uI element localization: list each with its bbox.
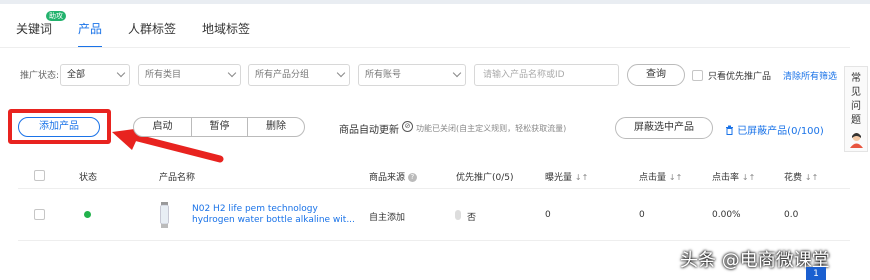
product-name-link[interactable]: N02 H2 life pem technology hydrogen wate…	[192, 204, 362, 226]
col-clicks-label: 点击量	[639, 173, 667, 183]
sort-icon[interactable]: ↓↑	[805, 173, 818, 182]
category-select[interactable]: 所有类目	[138, 64, 241, 86]
cell-clicks: 0	[639, 210, 645, 220]
only-preferred-toggle[interactable]: 只看优先推广品	[692, 69, 771, 82]
cell-spend: 0.0	[784, 210, 799, 220]
product-thumbnail	[160, 202, 169, 228]
sort-icon[interactable]: ↓↑	[575, 173, 588, 182]
pause-button[interactable]: 暂停	[191, 118, 247, 136]
only-preferred-checkbox[interactable]	[692, 70, 703, 81]
page-number[interactable]: 1	[806, 267, 826, 280]
priority-toggle[interactable]	[455, 210, 461, 220]
highlight-box	[8, 109, 111, 144]
tab-region-tags[interactable]: 地域标签	[202, 14, 250, 48]
cell-priority: 否	[467, 213, 477, 223]
faq-side-button[interactable]: 常 见 问 题	[844, 66, 868, 152]
col-status: 状态	[79, 173, 98, 183]
chevron-down-icon	[227, 68, 237, 78]
row-checkbox[interactable]	[34, 209, 45, 220]
tab-label: 关键词	[16, 22, 53, 36]
sort-icon[interactable]: ↓↑	[669, 173, 682, 182]
status-active-dot	[84, 211, 91, 218]
chevron-down-icon	[452, 68, 462, 78]
top-border	[0, 0, 870, 4]
tab-divider	[0, 47, 850, 48]
account-select[interactable]: 所有账号	[358, 64, 466, 86]
account-select-value: 所有账号	[365, 70, 402, 80]
col-source-label: 商品来源	[369, 173, 406, 183]
status-select-value: 全部	[67, 70, 86, 80]
faq-char: 题	[851, 115, 861, 126]
help-icon[interactable]: ?	[407, 173, 417, 182]
faq-char: 常	[851, 73, 861, 84]
category-select-value: 所有类目	[145, 70, 182, 80]
group-select-value: 所有产品分组	[255, 70, 310, 80]
tab-label: 地域标签	[202, 22, 251, 36]
status-filter-label: 推广状态:	[20, 71, 60, 81]
block-selected-button[interactable]: 屏蔽选中产品	[615, 117, 713, 139]
tab-label: 产品	[78, 22, 103, 36]
col-ctr-label: 点击率	[712, 173, 740, 183]
table-header: 状态 产品名称 商品来源 ? 优先推广(0/5) 曝光量 ↓↑ 点击量 ↓↑ 点…	[18, 163, 850, 189]
trash-icon	[726, 125, 733, 135]
status-select[interactable]: 全部	[60, 64, 130, 86]
blocked-products-label: 已屏蔽产品(0/100)	[737, 126, 824, 137]
table-row: N02 H2 life pem technology hydrogen wate…	[18, 189, 850, 241]
cell-source: 自主添加	[369, 213, 406, 223]
filter-bar: 推广状态: 全部 所有类目 所有产品分组 所有账号 请输入产品名称或ID 查询 …	[0, 64, 850, 86]
tab-bar: 关键词 助攻 产品 人群标签 地域标签	[16, 11, 276, 48]
only-preferred-label: 只看优先推广品	[708, 72, 772, 82]
col-source: 商品来源 ?	[369, 170, 417, 183]
query-button[interactable]: 查询	[627, 64, 685, 86]
col-ctr[interactable]: 点击率 ↓↑	[712, 170, 755, 183]
select-all-checkbox[interactable]	[34, 170, 45, 181]
product-name-line: hydrogen water bottle alkaline wit...	[192, 215, 355, 225]
cell-impressions: 0	[545, 210, 551, 220]
tab-products[interactable]: 产品	[78, 14, 103, 48]
col-product-name: 产品名称	[159, 173, 196, 183]
col-clicks[interactable]: 点击量 ↓↑	[639, 170, 682, 183]
col-impressions[interactable]: 曝光量 ↓↑	[545, 170, 588, 183]
col-impressions-label: 曝光量	[545, 173, 573, 183]
support-avatar-icon	[850, 133, 863, 148]
faq-char: 问	[851, 101, 861, 112]
bulk-action-group: 启动 暂停 删除	[133, 117, 305, 137]
auto-update-label: 商品自动更新	[339, 125, 399, 136]
chevron-down-icon	[336, 68, 346, 78]
chevron-down-icon	[116, 68, 126, 78]
col-spend[interactable]: 花费 ↓↑	[784, 170, 818, 183]
col-priority: 优先推广(0/5)	[456, 173, 514, 183]
tab-keywords[interactable]: 关键词 助攻	[16, 11, 66, 48]
tab-audience-tags[interactable]: 人群标签	[128, 14, 176, 48]
start-button[interactable]: 启动	[134, 118, 191, 136]
delete-button[interactable]: 删除	[247, 118, 304, 136]
tab-label: 人群标签	[128, 22, 177, 36]
product-name-line: N02 H2 life pem technology	[192, 204, 318, 214]
faq-char: 见	[851, 87, 861, 98]
col-spend-label: 花费	[784, 173, 803, 183]
cell-ctr: 0.00%	[712, 210, 741, 220]
auto-update-off-icon[interactable]: ⊘	[402, 121, 413, 132]
auto-update-description: 功能已关闭(自主定义规则，轻松获取流量)	[416, 124, 567, 133]
blocked-products-link[interactable]: 已屏蔽产品(0/100)	[725, 122, 824, 137]
product-search-input[interactable]: 请输入产品名称或ID	[474, 64, 619, 86]
sort-icon[interactable]: ↓↑	[742, 173, 755, 182]
clear-filters-link[interactable]: 清除所有筛选	[783, 69, 837, 82]
tab-badge: 助攻	[46, 11, 66, 21]
group-select[interactable]: 所有产品分组	[248, 64, 350, 86]
